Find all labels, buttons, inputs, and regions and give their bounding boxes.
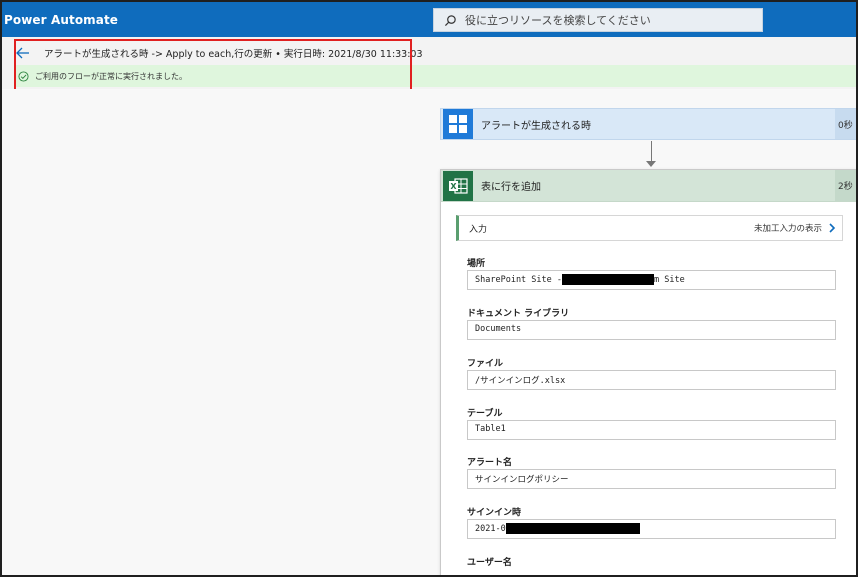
field-file: ファイル /サインインログ.xlsx — [467, 356, 837, 390]
field-label: ユーザー名 — [467, 558, 512, 568]
search-box[interactable] — [433, 8, 763, 32]
field-label: 場所 — [467, 259, 486, 269]
field-user-name: ユーザー名 — [467, 555, 837, 569]
redaction-block — [562, 274, 654, 285]
app-window: Power Automate アラートが生成される時 -> Apply to e… — [0, 0, 858, 577]
field-location: 場所 SharePoint Site - m Site — [467, 256, 837, 290]
inputs-label: 入力 — [469, 224, 488, 235]
field-value-text: 2021-0 — [475, 524, 506, 534]
trigger-card[interactable]: アラートが生成される時 0秒 — [440, 108, 856, 140]
field-label: ファイル — [467, 359, 504, 369]
field-value: Table1 — [467, 420, 836, 440]
show-raw-inputs-label: 未加工入力の表示 — [753, 224, 822, 234]
field-label: サインイン時 — [467, 508, 522, 518]
defender-trigger-icon — [443, 109, 473, 139]
redaction-block — [505, 523, 640, 534]
trigger-title: アラートが生成される時 — [481, 120, 591, 132]
chevron-right-icon — [829, 223, 836, 233]
field-label: ドキュメント ライブラリ — [467, 309, 570, 319]
field-value: Documents — [467, 320, 836, 340]
field-value: SharePoint Site - m Site — [467, 270, 836, 290]
top-bar: Power Automate — [2, 2, 856, 37]
trigger-duration: 0秒 — [835, 109, 856, 139]
field-value-text: SharePoint Site - — [475, 275, 562, 285]
action-card: X 表に行を追加 2秒 入力 未加工入力の表示 場所 SharePoint Si… — [440, 169, 856, 575]
flow-canvas: アラートが生成される時 0秒 X 表に行を追加 2秒 入力 未加工入力の表示 場… — [2, 89, 856, 575]
action-title: 表に行を追加 — [481, 182, 541, 193]
inputs-section-header: 入力 未加工入力の表示 — [456, 215, 843, 241]
action-header[interactable]: X 表に行を追加 2秒 — [441, 170, 856, 202]
field-value-text: m Site — [654, 275, 685, 285]
field-signin-time: サインイン時 2021-0 — [467, 505, 837, 539]
field-value: サインインログポリシー — [467, 469, 836, 489]
field-label: テーブル — [467, 409, 503, 419]
action-duration: 2秒 — [835, 170, 856, 201]
field-alert-name: アラート名 サインインログポリシー — [467, 455, 837, 489]
connector-arrow-icon — [646, 161, 656, 167]
excel-icon: X — [443, 170, 473, 201]
field-value: 2021-0 — [467, 519, 836, 539]
field-label: アラート名 — [467, 458, 513, 468]
app-brand[interactable]: Power Automate — [2, 13, 118, 27]
field-value: /サインインログ.xlsx — [467, 370, 836, 390]
svg-text:X: X — [450, 182, 457, 191]
show-raw-inputs-link[interactable]: 未加工入力の表示 — [754, 222, 836, 234]
field-document-library: ドキュメント ライブラリ Documents — [467, 306, 837, 340]
field-table: テーブル Table1 — [467, 406, 837, 440]
search-icon — [444, 14, 456, 26]
search-input[interactable] — [465, 13, 755, 27]
